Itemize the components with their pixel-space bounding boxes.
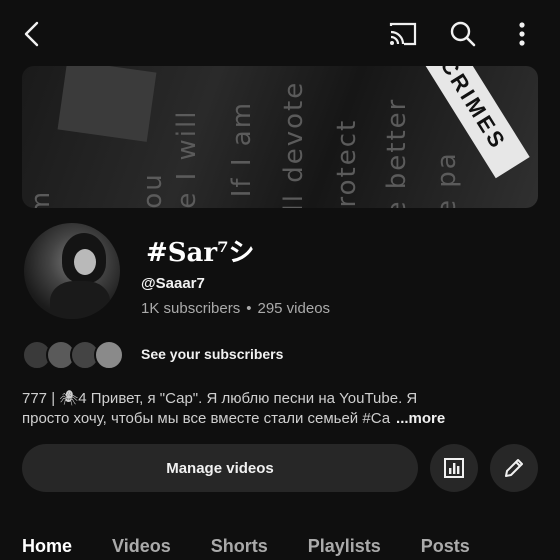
tab-home[interactable]: Home [22,532,72,560]
video-count: 295 videos [257,300,331,317]
description-text: просто хочу, чтобы мы все вместе стали с… [22,410,391,427]
channel-avatar[interactable] [24,223,120,319]
analytics-button[interactable] [430,444,478,492]
search-icon[interactable] [441,12,485,56]
pencil-icon [505,459,523,477]
description-line: 777 | 🕷4 Привет, я "Сар". Я люблю песни … [22,390,418,407]
analytics-icon [444,458,464,478]
description-line: просто хочу, чтобы мы все вместе стали с… [22,409,542,429]
channel-description[interactable]: 777 | 🕷4 Привет, я "Сар". Я люблю песни … [22,389,542,429]
subscriber-count: 1K subscribers [141,300,241,317]
more-link[interactable]: ...more [396,410,445,427]
banner-text: me I will [172,109,202,208]
subscriber-avatar [94,340,124,370]
tab-videos[interactable]: Videos [112,532,171,560]
edit-button[interactable] [490,444,538,492]
see-subscribers-link[interactable]: See your subscribers [141,346,283,362]
more-vert-icon[interactable] [500,12,544,56]
banner-shape [57,66,157,142]
banner-text: you [138,172,168,208]
channel-tabs: Home Videos Shorts Playlists Posts [22,532,510,560]
avatar-face [74,249,96,275]
banner-text: as If I am [227,100,257,208]
tab-shorts[interactable]: Shorts [211,532,268,560]
banner-text: I'm [26,190,56,208]
cast-icon[interactable] [381,12,425,56]
back-arrow-icon[interactable] [10,12,54,56]
separator-dot: • [246,300,252,317]
banner-text: protect [332,118,362,208]
banner-text: be better [382,97,412,208]
banner-text: e pa [432,151,462,208]
subscriber-avatars[interactable] [22,339,124,371]
action-row: Manage videos [22,444,538,492]
manage-videos-button[interactable]: Manage videos [22,444,418,492]
tab-posts[interactable]: Posts [421,532,470,560]
tab-playlists[interactable]: Playlists [308,532,381,560]
top-app-bar [0,0,560,66]
channel-handle: @Saaar7 [141,275,205,292]
channel-stats: 1K subscribers • 295 videos [141,300,330,317]
channel-banner: I'm you me I will as If I am will devote… [22,66,538,208]
banner-text: will devote [279,80,309,208]
avatar-body [50,281,110,319]
channel-name: #Sar⁷シ [146,238,255,268]
